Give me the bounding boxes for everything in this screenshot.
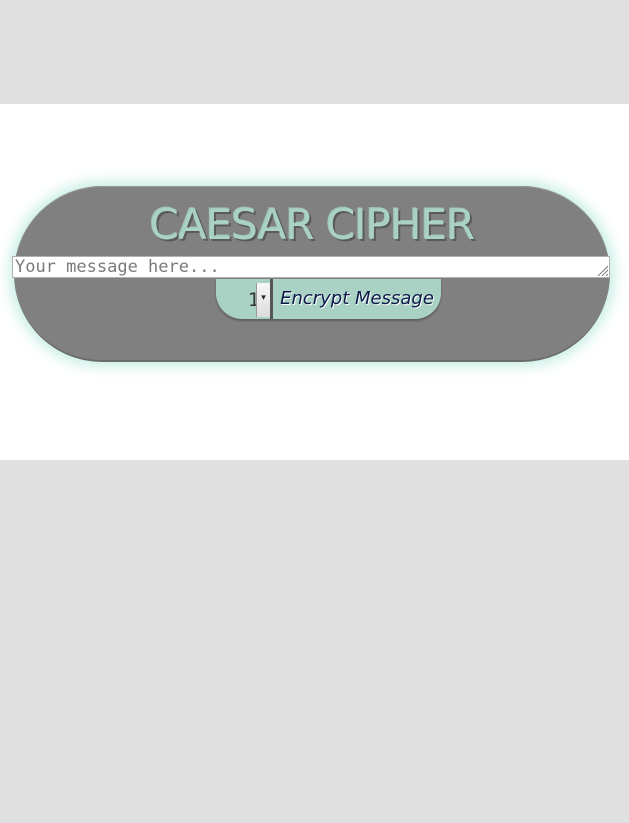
page-title: CAESAR CIPHER [149, 200, 476, 249]
message-input[interactable] [12, 256, 610, 278]
controls-bar: 1 ▾ Encrypt Message [216, 279, 441, 319]
bottom-band [0, 460, 629, 823]
top-band [0, 0, 629, 104]
chevron-down-icon[interactable]: ▾ [256, 283, 270, 317]
encrypt-button[interactable]: Encrypt Message [273, 279, 441, 319]
